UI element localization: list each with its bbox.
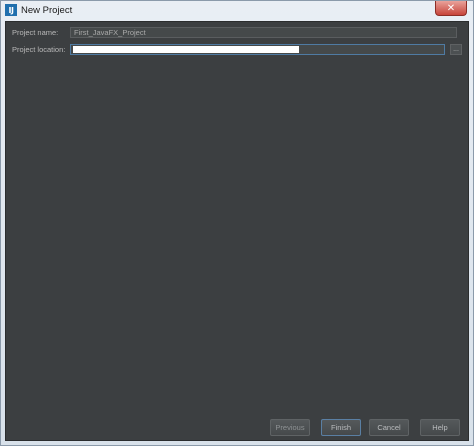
project-location-label: Project location: bbox=[12, 45, 66, 54]
project-name-value: First_JavaFX_Project bbox=[74, 28, 146, 37]
cancel-button[interactable]: Cancel bbox=[369, 419, 409, 436]
browse-button[interactable]: ... bbox=[450, 44, 462, 55]
intellij-app-icon: IJ bbox=[5, 4, 17, 16]
finish-button[interactable]: Finish bbox=[321, 419, 361, 436]
button-bar: Previous Finish Cancel Help bbox=[6, 419, 468, 439]
dialog-content: Project name: First_JavaFX_Project Proje… bbox=[5, 21, 469, 441]
close-icon: ✕ bbox=[446, 2, 456, 14]
previous-button[interactable]: Previous bbox=[270, 419, 310, 436]
project-name-field[interactable]: First_JavaFX_Project bbox=[70, 27, 457, 38]
project-location-row: Project location: bbox=[12, 44, 445, 55]
selected-text-highlight bbox=[73, 46, 299, 53]
close-button[interactable]: ✕ bbox=[435, 1, 467, 16]
project-name-row: Project name: First_JavaFX_Project bbox=[12, 27, 457, 38]
window-title: New Project bbox=[21, 4, 73, 16]
project-name-label: Project name: bbox=[12, 28, 59, 37]
help-button[interactable]: Help bbox=[420, 419, 460, 436]
title-bar: IJ New Project ✕ bbox=[1, 1, 473, 19]
new-project-window: IJ New Project ✕ Project name: First_Jav… bbox=[0, 0, 474, 446]
project-location-field[interactable] bbox=[70, 44, 445, 55]
